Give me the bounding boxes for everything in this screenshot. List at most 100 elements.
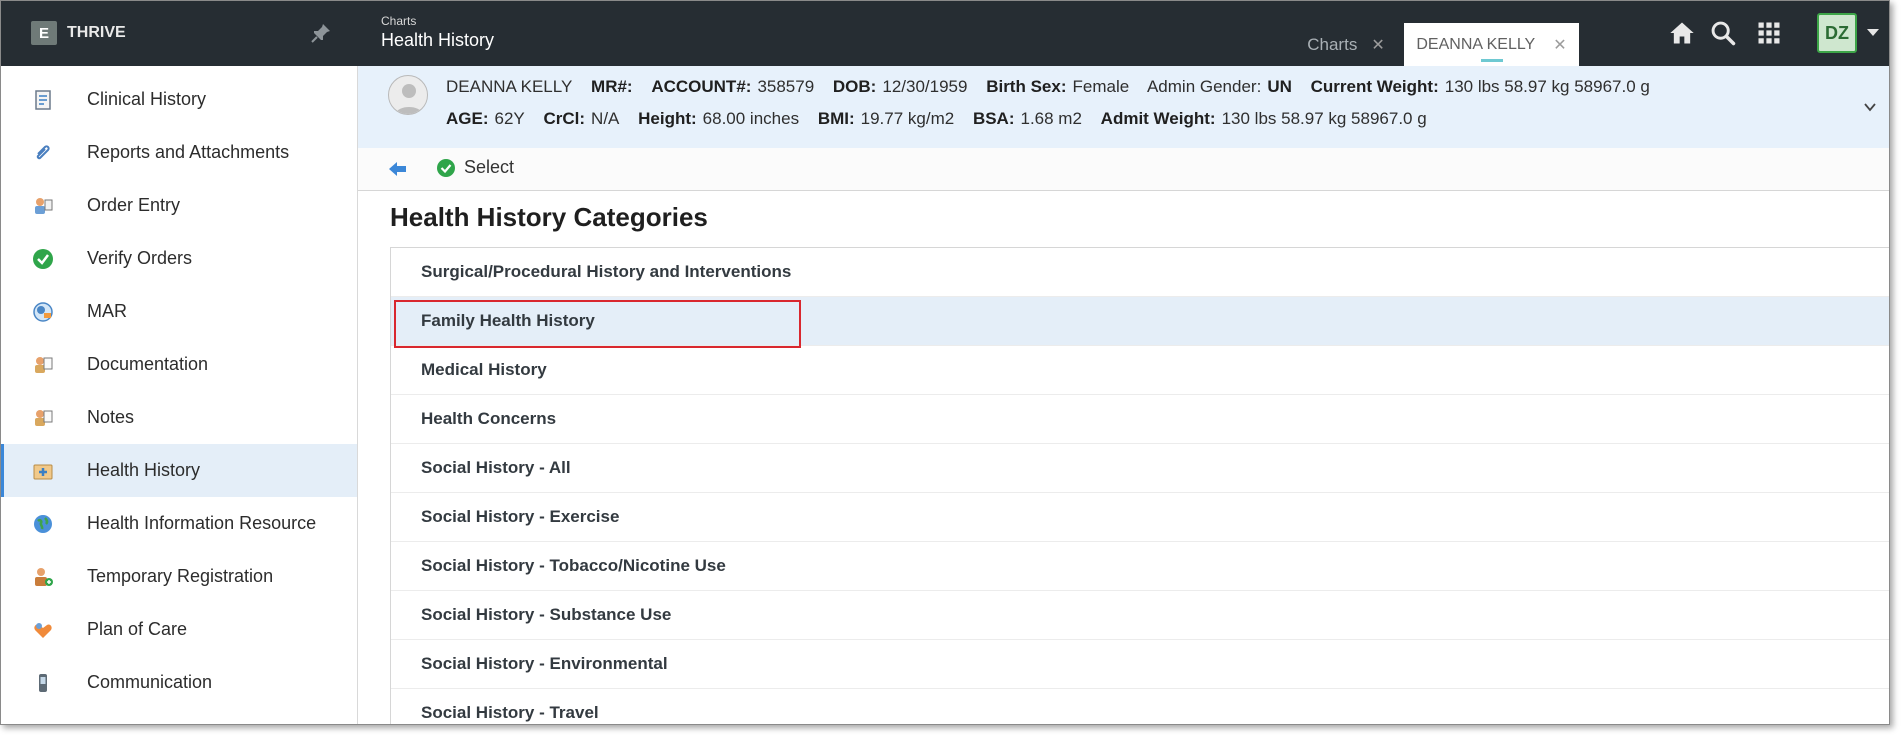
category-label: Social History - Travel (421, 703, 599, 722)
sidebar-item-notes[interactable]: Notes (1, 391, 357, 444)
account-label: ACCOUNT#: (651, 77, 752, 96)
person-placeholder-icon (395, 84, 423, 114)
top-bar: E THRIVE Charts Health History Charts ✕ … (1, 1, 1889, 66)
tab-charts[interactable]: Charts ✕ (1291, 23, 1401, 66)
sidebar-item-label: Notes (87, 407, 135, 427)
sidebar-item-communication[interactable]: Communication (1, 656, 357, 709)
height-label: Height: (638, 109, 697, 128)
order-entry-icon (35, 197, 53, 214)
patient-info-row-2: AGE: 62Y CrCl: N/A Height: 68.00 inches BMI… (446, 109, 1441, 129)
brand-name: THRIVE (67, 24, 126, 41)
sidebar-item-health-history[interactable]: Health History (1, 444, 357, 497)
list-item[interactable]: Social History - Travel (391, 689, 1889, 724)
app-window: E THRIVE Charts Health History Charts ✕ … (0, 0, 1890, 725)
list-item[interactable]: Social History - Exercise (391, 493, 1889, 542)
person-add-icon (35, 567, 53, 586)
notes-icon (35, 409, 53, 426)
sidebar-item-clinical-history[interactable]: Clinical History (1, 73, 357, 126)
sidebar-item-label: Health Information Resource (87, 513, 317, 533)
sidebar-item-health-information-resource[interactable]: Health Information Resource (1, 497, 357, 550)
tab-label: Charts (1307, 34, 1358, 54)
admit-weight-value: 130 lbs 58.97 kg 58967.0 g (1221, 109, 1427, 128)
list-item[interactable]: Social History - Substance Use (391, 591, 1889, 640)
select-label: Select (464, 157, 515, 177)
sidebar-item-label: Reports and Attachments (87, 142, 290, 162)
globe-icon (34, 514, 52, 533)
birth-sex-value: Female (1072, 77, 1130, 96)
bmi-label: BMI: (817, 109, 855, 128)
paperclip-icon (36, 144, 50, 159)
green-check-icon (33, 248, 53, 269)
health-history-icon (33, 464, 53, 479)
category-label: Social History - Tobacco/Nicotine Use (421, 556, 726, 575)
list-item[interactable]: Social History - Environmental (391, 640, 1889, 689)
home-icon[interactable] (1668, 19, 1696, 47)
tab-patient[interactable]: DEANNA KELLY ✕ (1404, 23, 1579, 66)
age-value: 62Y (494, 109, 525, 128)
page-title: Health History (381, 30, 495, 50)
patient-info-row-1: DEANNA KELLY MR#: ACCOUNT#: 358579 DOB: 12… (446, 77, 1664, 97)
crcl-label: CrCl: (543, 109, 586, 128)
sidebar-item-label: Order Entry (87, 195, 181, 215)
list-item[interactable]: Health Concerns (391, 395, 1889, 444)
chevron-down-icon[interactable] (1867, 29, 1879, 36)
plan-of-care-icon (34, 622, 52, 638)
category-label: Social History - Substance Use (421, 605, 672, 624)
mar-icon (33, 301, 53, 322)
category-label: Surgical/Procedural History and Interven… (421, 262, 792, 281)
sidebar-item-label: Documentation (87, 354, 209, 374)
sidebar-item-plan-of-care[interactable]: Plan of Care (1, 603, 357, 656)
sidebar-item-label: Plan of Care (87, 619, 188, 639)
phone-icon (39, 673, 47, 692)
sidebar-item-label: Verify Orders (87, 248, 193, 268)
sidebar-item-reports[interactable]: Reports and Attachments (1, 126, 357, 179)
chevron-down-icon[interactable] (1863, 100, 1877, 114)
sidebar-item-temporary-registration[interactable]: Temporary Registration (1, 550, 357, 603)
pin-icon[interactable] (309, 21, 333, 45)
category-label: Social History - All (421, 458, 571, 477)
list-item[interactable]: Social History - All (391, 444, 1889, 493)
apps-grid-icon[interactable] (1755, 19, 1783, 47)
breadcrumb-parent[interactable]: Charts (381, 14, 416, 28)
search-icon[interactable] (1709, 19, 1737, 47)
category-label: Health Concerns (421, 409, 557, 428)
admit-weight-label: Admit Weight: (1100, 109, 1216, 128)
sidebar-item-label: Health History (87, 460, 201, 480)
dob-label: DOB: (832, 77, 877, 96)
current-weight-label: Current Weight: (1310, 77, 1439, 96)
account-value: 358579 (757, 77, 815, 96)
sidebar-item-verify-orders[interactable]: Verify Orders (1, 232, 357, 285)
list-item[interactable]: Surgical/Procedural History and Interven… (391, 248, 1889, 297)
tab-label: DEANNA KELLY (1416, 35, 1536, 53)
check-circle-icon (437, 158, 455, 177)
bsa-label: BSA: (972, 109, 1015, 128)
back-arrow-icon[interactable] (388, 160, 408, 178)
sidebar-item-label: Clinical History (87, 89, 207, 109)
active-tab-indicator (1481, 59, 1503, 62)
category-label: Social History - Environmental (421, 654, 668, 673)
toolbar: Select (358, 148, 1889, 191)
dob-value: 12/30/1959 (882, 77, 968, 96)
age-label: AGE: (446, 109, 489, 128)
brand: E THRIVE (31, 21, 126, 45)
bsa-value: 1.68 m2 (1020, 109, 1082, 128)
mr-label: MR#: (591, 77, 633, 96)
sidebar-item-mar[interactable]: MAR (1, 285, 357, 338)
sidebar-item-order-entry[interactable]: Order Entry (1, 179, 357, 232)
thrive-logo-icon: E (31, 21, 57, 45)
select-button[interactable]: Select (436, 157, 514, 178)
bmi-value: 19.77 kg/m2 (860, 109, 955, 128)
category-label: Medical History (421, 360, 547, 379)
admin-gender-label: Admin Gender: (1146, 77, 1262, 96)
documentation-icon (35, 356, 53, 373)
user-avatar[interactable]: DZ (1817, 13, 1857, 53)
patient-avatar (388, 75, 428, 115)
list-item[interactable]: Social History - Tobacco/Nicotine Use (391, 542, 1889, 591)
close-icon[interactable]: ✕ (1553, 35, 1566, 55)
close-icon[interactable]: ✕ (1371, 35, 1384, 55)
sidebar-item-documentation[interactable]: Documentation (1, 338, 357, 391)
crcl-value: N/A (591, 109, 620, 128)
height-value: 68.00 inches (702, 109, 800, 128)
list-item[interactable]: Medical History (391, 346, 1889, 395)
clinical-history-icon (35, 89, 51, 110)
